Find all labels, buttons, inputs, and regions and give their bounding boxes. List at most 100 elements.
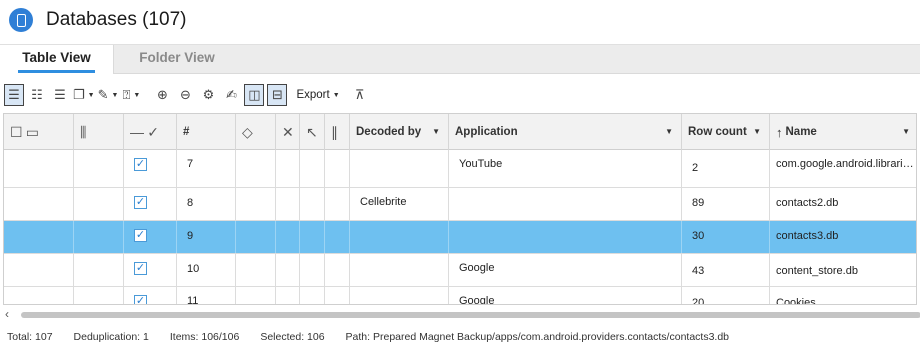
header-file-folder[interactable]: ☐ ▭ (4, 114, 74, 150)
status-selected: Selected: 106 (260, 331, 325, 343)
header-decoded-by-label: Decoded by (356, 126, 422, 138)
status-total: Total: 107 (7, 331, 53, 343)
scrollbar-thumb[interactable] (21, 312, 920, 318)
chevron-down-icon[interactable]: ▼ (665, 127, 673, 136)
export-button[interactable]: Export ▼ (296, 84, 339, 106)
clear-filter-icon[interactable]: ⊼ (350, 84, 370, 106)
close-icon: ✕ (282, 123, 294, 140)
tag-remove-icon[interactable]: ⊖ (175, 84, 195, 106)
page-title: Databases (107) (46, 9, 187, 30)
header-attachment[interactable]: ∥ (325, 114, 350, 150)
tab-table-view[interactable]: Table View (0, 45, 114, 74)
tag-add-icon[interactable]: ⊕ (152, 84, 172, 106)
list-view-checked-icon[interactable]: ☰ (4, 84, 24, 106)
cell-application (449, 188, 682, 220)
header-row-count[interactable]: Row count ▼ (682, 114, 770, 150)
cell-name: Cookies (776, 297, 816, 305)
header-pin[interactable]: ↖ (300, 114, 325, 150)
cell-decoded-by: Cellebrite (350, 188, 449, 220)
data-table: ☐ ▭ ⫼ — ✓ # ◇ ✕ ↖ ∥ Decoded by ▼ Applica… (3, 113, 917, 305)
status-path: Path: Prepared Magnet Backup/apps/com.an… (345, 331, 730, 343)
header-application-label: Application (455, 126, 518, 138)
cell-number: 11 (177, 287, 236, 304)
report-menu-icon[interactable]: ⍰ ▼ (121, 84, 141, 106)
table-row[interactable]: ✓ 11 Google 20 Cookies (4, 287, 916, 305)
cell-decoded-by (350, 150, 449, 187)
cell-number: 7 (177, 150, 236, 187)
header-bars[interactable]: ⫼ (74, 114, 124, 150)
cell-number: 10 (177, 254, 236, 286)
check-icon: ✓ (147, 123, 159, 140)
cell-name: content_store.db (776, 265, 858, 277)
header-name-label: Name (785, 126, 817, 138)
row-checkbox[interactable]: ✓ (134, 229, 147, 242)
cell-decoded-by (350, 221, 449, 253)
copy-menu-icon[interactable]: ❐ ▼ (73, 84, 95, 106)
chevron-down-icon[interactable]: ▼ (902, 127, 910, 136)
cell-number: 9 (177, 221, 236, 253)
edit-list-icon[interactable]: ✍ (221, 84, 241, 106)
minus-icon: — (130, 124, 144, 140)
tag-settings-icon[interactable]: ⚙ (198, 84, 218, 106)
cell-name: contacts2.db (776, 197, 839, 209)
sort-up-icon: ↑ (776, 124, 783, 140)
table-row[interactable]: ✓ 8 Cellebrite 89 contacts2.db (4, 188, 916, 221)
list-view-detail-icon[interactable]: ☰ (50, 84, 70, 106)
header-number[interactable]: # (177, 114, 236, 150)
cell-application: Google (449, 254, 682, 286)
header-application[interactable]: Application ▼ (449, 114, 682, 150)
cell-application: YouTube (449, 150, 682, 187)
cell-application: Google (449, 287, 682, 304)
status-items: Items: 106/106 (169, 331, 240, 343)
cell-name: com.google.android.librari… (776, 158, 914, 170)
header-tag[interactable]: ◇ (236, 114, 276, 150)
title-bar: Databases (107) (0, 0, 920, 40)
file-icon: ☐ (10, 123, 23, 140)
table-row-selected[interactable]: ✓ 9 30 contacts3.db (4, 221, 916, 254)
cell-row-count: 43 (682, 254, 770, 286)
tab-table-view-label: Table View (22, 50, 91, 65)
row-checkbox[interactable]: ✓ (134, 158, 147, 171)
phone-icon (9, 8, 33, 32)
bar-chart-icon: ⫼ (80, 123, 87, 140)
header-delete[interactable]: ✕ (276, 114, 300, 150)
tag-icon: ◇ (242, 123, 253, 140)
folder-icon: ▭ (25, 123, 39, 140)
cell-row-count: 20 (682, 287, 770, 304)
header-decoded-by[interactable]: Decoded by ▼ (350, 114, 449, 150)
row-checkbox[interactable]: ✓ (134, 295, 147, 304)
list-view-unchecked-icon[interactable]: ☷ (27, 84, 47, 106)
view-tabs: Table View Folder View (0, 44, 920, 74)
export-label: Export (296, 89, 330, 101)
cell-decoded-by (350, 254, 449, 286)
horizontal-scrollbar[interactable]: ‹ (3, 307, 920, 322)
header-number-label: # (183, 126, 190, 138)
layout-horizontal-icon[interactable]: ⊟ (267, 84, 288, 106)
cell-decoded-by (350, 287, 449, 304)
table-row[interactable]: ✓ 7 YouTube 2 com.google.android.librari… (4, 150, 916, 188)
cell-application (449, 221, 682, 253)
row-checkbox[interactable]: ✓ (134, 262, 147, 275)
tab-folder-view[interactable]: Folder View (125, 45, 229, 74)
cell-number: 8 (177, 188, 236, 220)
cell-name: contacts3.db (776, 230, 839, 242)
paperclip-icon: ∥ (331, 123, 338, 140)
status-deduplication: Deduplication: 1 (73, 331, 149, 343)
table-header: ☐ ▭ ⫼ — ✓ # ◇ ✕ ↖ ∥ Decoded by ▼ Applica… (4, 114, 916, 150)
tab-folder-view-label: Folder View (139, 50, 215, 65)
header-check[interactable]: — ✓ (124, 114, 177, 150)
toolbar: ☰ ☷ ☰ ❐ ▼ ✎ ▼ ⍰ ▼ ⊕ ⊖ ⚙ ✍ ◫ ⊟ Export ▼ ⊼ (0, 78, 920, 112)
cell-row-count: 2 (682, 150, 770, 187)
active-tab-indicator (18, 70, 95, 73)
attachment-menu-icon[interactable]: ✎ ▼ (98, 84, 119, 106)
layout-vertical-icon[interactable]: ◫ (244, 84, 265, 106)
header-name[interactable]: ↑ Name ▼ (770, 114, 916, 150)
cell-row-count: 30 (682, 221, 770, 253)
row-checkbox[interactable]: ✓ (134, 196, 147, 209)
scroll-left-icon[interactable]: ‹ (5, 307, 9, 321)
pin-icon: ↖ (306, 123, 318, 140)
chevron-down-icon[interactable]: ▼ (753, 127, 761, 136)
cell-row-count: 89 (682, 188, 770, 220)
chevron-down-icon[interactable]: ▼ (432, 127, 440, 136)
table-row[interactable]: ✓ 10 Google 43 content_store.db (4, 254, 916, 287)
